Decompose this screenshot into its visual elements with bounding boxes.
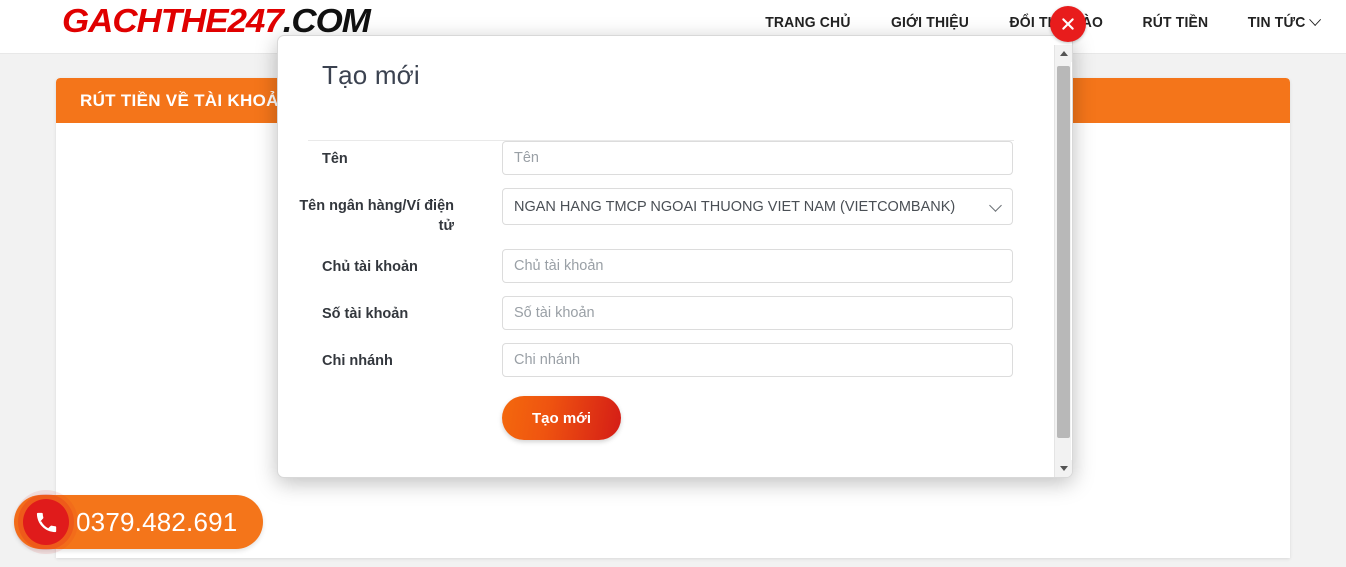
- scrollbar-thumb[interactable]: [1057, 66, 1070, 438]
- form-row-chi-nhanh: Chi nhánh: [278, 343, 1046, 377]
- submit-row: Tạo mới: [278, 396, 1046, 440]
- nav-item-tin-tuc[interactable]: TIN TỨC: [1247, 13, 1322, 31]
- chevron-up-icon: [1059, 51, 1068, 56]
- modal-close-button[interactable]: [1050, 6, 1086, 42]
- field-wrap-so-tai-khoan: [502, 296, 1013, 330]
- form-row-bank: Tên ngân hàng/Ví điện tử NGAN HANG TMCP …: [278, 188, 1046, 236]
- form-row-ten: Tên: [278, 141, 1046, 175]
- phone-call-widget[interactable]: 0379.482.691: [14, 495, 264, 549]
- modal-form: Tên Tên ngân hàng/Ví điện tử NGAN HANG T…: [278, 141, 1046, 440]
- main-nav: TRANG CHỦ GIỚI THIỆU ĐỔI THẺ CÀO RÚT TIỀ…: [762, 13, 1322, 31]
- nav-item-rut-tien[interactable]: RÚT TIỀN: [1143, 14, 1209, 31]
- scroll-down-button[interactable]: [1055, 460, 1072, 477]
- field-label-chu-tai-khoan: Chủ tài khoản: [322, 259, 418, 275]
- phone-icon: [23, 499, 69, 545]
- form-row-chu-tai-khoan: Chủ tài khoản: [278, 249, 1046, 283]
- chi-nhanh-input[interactable]: [502, 343, 1013, 377]
- chevron-down-icon: [1059, 466, 1068, 471]
- create-bank-account-modal: Tạo mới Tên Tên ngân hàng/Ví điện tử NGA…: [277, 35, 1073, 478]
- bank-select-value: NGAN HANG TMCP NGOAI THUONG VIET NAM (VI…: [514, 198, 956, 215]
- ten-input[interactable]: [502, 141, 1013, 175]
- field-wrap-bank: NGAN HANG TMCP NGOAI THUONG VIET NAM (VI…: [502, 188, 1013, 225]
- nav-label: GIỚI THIỆU: [890, 14, 969, 31]
- nav-item-trang-chu[interactable]: TRANG CHỦ: [765, 14, 850, 31]
- so-tai-khoan-input[interactable]: [502, 296, 1013, 330]
- field-label-chi-nhanh: Chi nhánh: [322, 353, 393, 369]
- field-wrap-ten: [502, 141, 1013, 175]
- bank-select[interactable]: NGAN HANG TMCP NGOAI THUONG VIET NAM (VI…: [502, 188, 1013, 225]
- submit-spacer: [278, 396, 502, 440]
- field-label-bank: Tên ngân hàng/Ví điện tử: [299, 198, 454, 234]
- modal-scrollbar[interactable]: [1054, 45, 1072, 477]
- nav-label: TRANG CHỦ: [764, 14, 851, 31]
- nav-label: TIN TỨC: [1247, 14, 1306, 31]
- phone-icon-glyph: [36, 512, 56, 532]
- modal-title: Tạo mới: [322, 60, 420, 90]
- field-wrap-chu-tai-khoan: [502, 249, 1013, 283]
- logo-suffix-text: .COM: [282, 2, 371, 39]
- field-label-ten: Tên: [322, 151, 348, 167]
- close-icon: [1062, 18, 1074, 30]
- bank-select-wrap: NGAN HANG TMCP NGOAI THUONG VIET NAM (VI…: [502, 188, 1013, 225]
- field-wrap-chi-nhanh: [502, 343, 1013, 377]
- logo-primary-text: GACHTHE247: [62, 2, 284, 39]
- form-row-so-tai-khoan: Số tài khoản: [278, 296, 1046, 330]
- scroll-up-button[interactable]: [1055, 45, 1072, 62]
- nav-item-gioi-thieu[interactable]: GIỚI THIỆU: [890, 14, 968, 31]
- chu-tai-khoan-input[interactable]: [502, 249, 1013, 283]
- nav-label: RÚT TIỀN: [1142, 14, 1209, 31]
- page-title: RÚT TIỀN VỀ TÀI KHOẢN: [80, 90, 292, 110]
- field-label-so-tai-khoan: Số tài khoản: [322, 306, 409, 322]
- chevron-down-icon: [1309, 13, 1322, 27]
- phone-number-text: 0379.482.691: [76, 506, 238, 537]
- create-submit-button[interactable]: Tạo mới: [502, 396, 622, 440]
- page-root: GACHTHE247.COM TRANG CHỦ GIỚI THIỆU ĐỔI …: [0, 0, 1346, 567]
